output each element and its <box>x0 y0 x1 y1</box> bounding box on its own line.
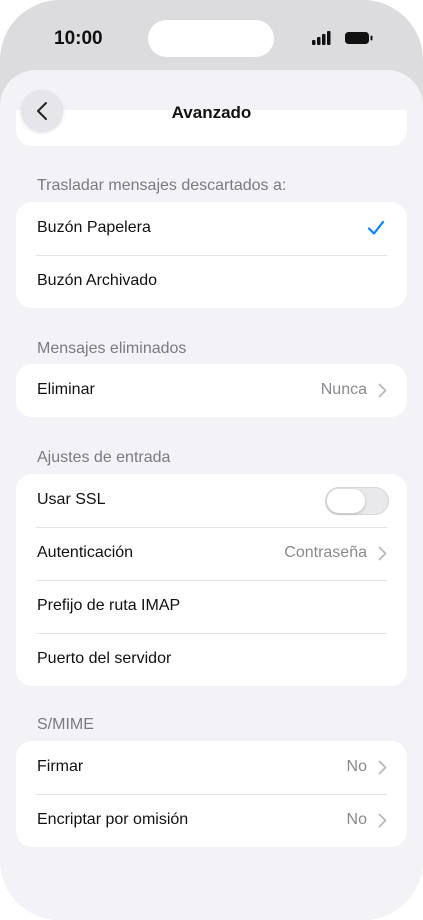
ssl-toggle[interactable] <box>325 487 389 515</box>
status-bar: 10:00 <box>0 0 423 72</box>
row-trash-mailbox[interactable]: Buzón Papelera <box>16 202 407 255</box>
row-encrypt-by-default[interactable]: Encriptar por omisión No <box>16 794 407 847</box>
group-trash: Buzón Papelera Buzón Archivado <box>16 202 407 308</box>
signal-icon <box>312 31 331 45</box>
checkmark-icon <box>367 220 385 235</box>
section-header-trash: Trasladar mensajes descartados a: <box>37 177 287 194</box>
toggle-knob <box>327 489 365 513</box>
row-value: No <box>346 811 367 828</box>
row-label: Puerto del servidor <box>37 650 172 667</box>
group-incoming: Usar SSL Autenticación Contraseña Prefij… <box>16 474 407 686</box>
row-label: Encriptar por omisión <box>37 811 189 828</box>
row-label: Autenticación <box>37 544 134 561</box>
row-label: Firmar <box>37 758 84 775</box>
row-use-ssl: Usar SSL <box>16 474 407 527</box>
row-server-port[interactable]: Puerto del servidor <box>16 633 407 686</box>
chevron-right-icon <box>378 813 387 828</box>
section-header-smime: S/MIME <box>37 716 94 733</box>
row-sign[interactable]: Firmar No <box>16 741 407 794</box>
row-label: Prefijo de ruta IMAP <box>37 597 181 614</box>
dynamic-island <box>148 20 274 57</box>
battery-icon <box>345 32 373 44</box>
navigation-bar: Avanzado <box>0 70 423 136</box>
page-title: Avanzado <box>171 103 252 122</box>
section-header-incoming: Ajustes de entrada <box>37 449 171 466</box>
group-deleted: Eliminar Nunca <box>16 364 407 417</box>
row-label: Buzón Papelera <box>37 219 151 236</box>
row-delete[interactable]: Eliminar Nunca <box>16 364 407 417</box>
status-time: 10:00 <box>54 28 103 49</box>
row-value: Contraseña <box>284 544 367 561</box>
row-label: Buzón Archivado <box>37 272 158 289</box>
row-imap-path-prefix[interactable]: Prefijo de ruta IMAP <box>16 580 407 633</box>
settings-screen: Avanzado Trasladar mensajes descartados … <box>0 70 423 920</box>
chevron-right-icon <box>378 546 387 561</box>
row-label: Usar SSL <box>37 491 106 508</box>
section-header-deleted: Mensajes eliminados <box>37 340 187 357</box>
row-label: Eliminar <box>37 381 95 398</box>
row-archive-mailbox[interactable]: Buzón Archivado <box>16 255 407 308</box>
status-icons <box>312 31 373 45</box>
chevron-right-icon <box>378 383 387 398</box>
group-smime: Firmar No Encriptar por omisión No <box>16 741 407 847</box>
row-authentication[interactable]: Autenticación Contraseña <box>16 527 407 580</box>
row-value: No <box>346 758 367 775</box>
chevron-right-icon <box>378 760 387 775</box>
phone-frame: 10:00 Avanzado Trasladar mensajes descar… <box>0 0 423 920</box>
row-value: Nunca <box>320 381 367 398</box>
